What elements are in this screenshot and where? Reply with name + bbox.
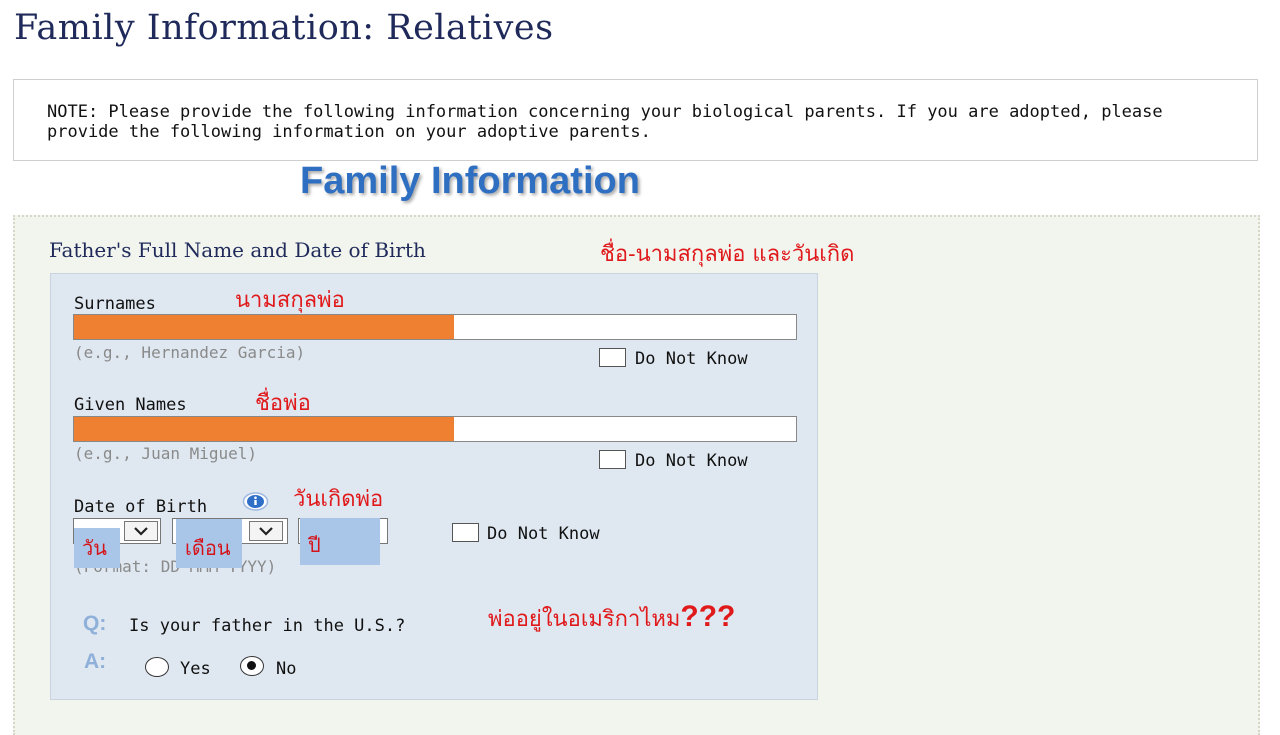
dob-annotation: วันเกิดพ่อ bbox=[293, 487, 384, 512]
question-annotation-text: พ่ออยู่ในอเมริกาไหม bbox=[488, 607, 681, 632]
surnames-do-not-know-label: Do Not Know bbox=[635, 349, 748, 369]
given-names-hint: (e.g., Juan Miguel) bbox=[74, 444, 258, 463]
question-annotation: พ่ออยู่ในอเมริกาไหม??? bbox=[488, 600, 735, 636]
given-names-redaction bbox=[74, 417, 454, 441]
question-marker: Q: bbox=[83, 612, 107, 635]
surnames-do-not-know-checkbox[interactable] bbox=[599, 348, 626, 367]
note-text: NOTE: Please provide the following infor… bbox=[47, 102, 1163, 142]
question-text: Is your father in the U.S.? bbox=[129, 616, 406, 636]
given-names-do-not-know-label: Do Not Know bbox=[635, 451, 748, 471]
yes-label: Yes bbox=[180, 659, 211, 679]
year-overlay-text: ปี bbox=[308, 533, 321, 557]
surnames-redaction bbox=[74, 315, 454, 339]
page-title: Family Information: Relatives bbox=[14, 8, 554, 48]
no-label: No bbox=[276, 659, 297, 679]
dob-label: Date of Birth bbox=[74, 497, 208, 517]
dob-do-not-know-label: Do Not Know bbox=[487, 524, 600, 544]
chevron-down-icon[interactable] bbox=[249, 521, 283, 541]
info-icon[interactable] bbox=[242, 492, 269, 511]
surnames-input[interactable] bbox=[73, 314, 797, 340]
surnames-annotation: นามสกุลพ่อ bbox=[235, 288, 345, 313]
day-overlay-text: วัน bbox=[82, 536, 107, 560]
question-annotation-marks: ??? bbox=[680, 600, 736, 633]
no-radio[interactable] bbox=[240, 656, 264, 676]
answer-marker: A: bbox=[84, 650, 107, 673]
father-heading: Father's Full Name and Date of Birth bbox=[49, 238, 426, 262]
yes-radio[interactable] bbox=[145, 657, 169, 677]
month-overlay-text: เดือน bbox=[185, 536, 231, 560]
section-banner: Family Information bbox=[300, 160, 640, 202]
dob-do-not-know-checkbox[interactable] bbox=[452, 523, 479, 542]
note-box: NOTE: Please provide the following infor… bbox=[13, 79, 1258, 161]
radio-selected-dot bbox=[247, 661, 256, 670]
chevron-down-icon[interactable] bbox=[124, 521, 158, 541]
given-names-input[interactable] bbox=[73, 416, 797, 442]
given-names-annotation: ชื่อพ่อ bbox=[255, 391, 311, 416]
given-names-do-not-know-checkbox[interactable] bbox=[599, 450, 626, 469]
surnames-hint: (e.g., Hernandez Garcia) bbox=[74, 343, 306, 362]
surnames-label: Surnames bbox=[74, 294, 156, 314]
father-heading-annotation: ชื่อ-นามสกุลพ่อ และวันเกิด bbox=[600, 242, 855, 267]
given-names-label: Given Names bbox=[74, 395, 187, 415]
